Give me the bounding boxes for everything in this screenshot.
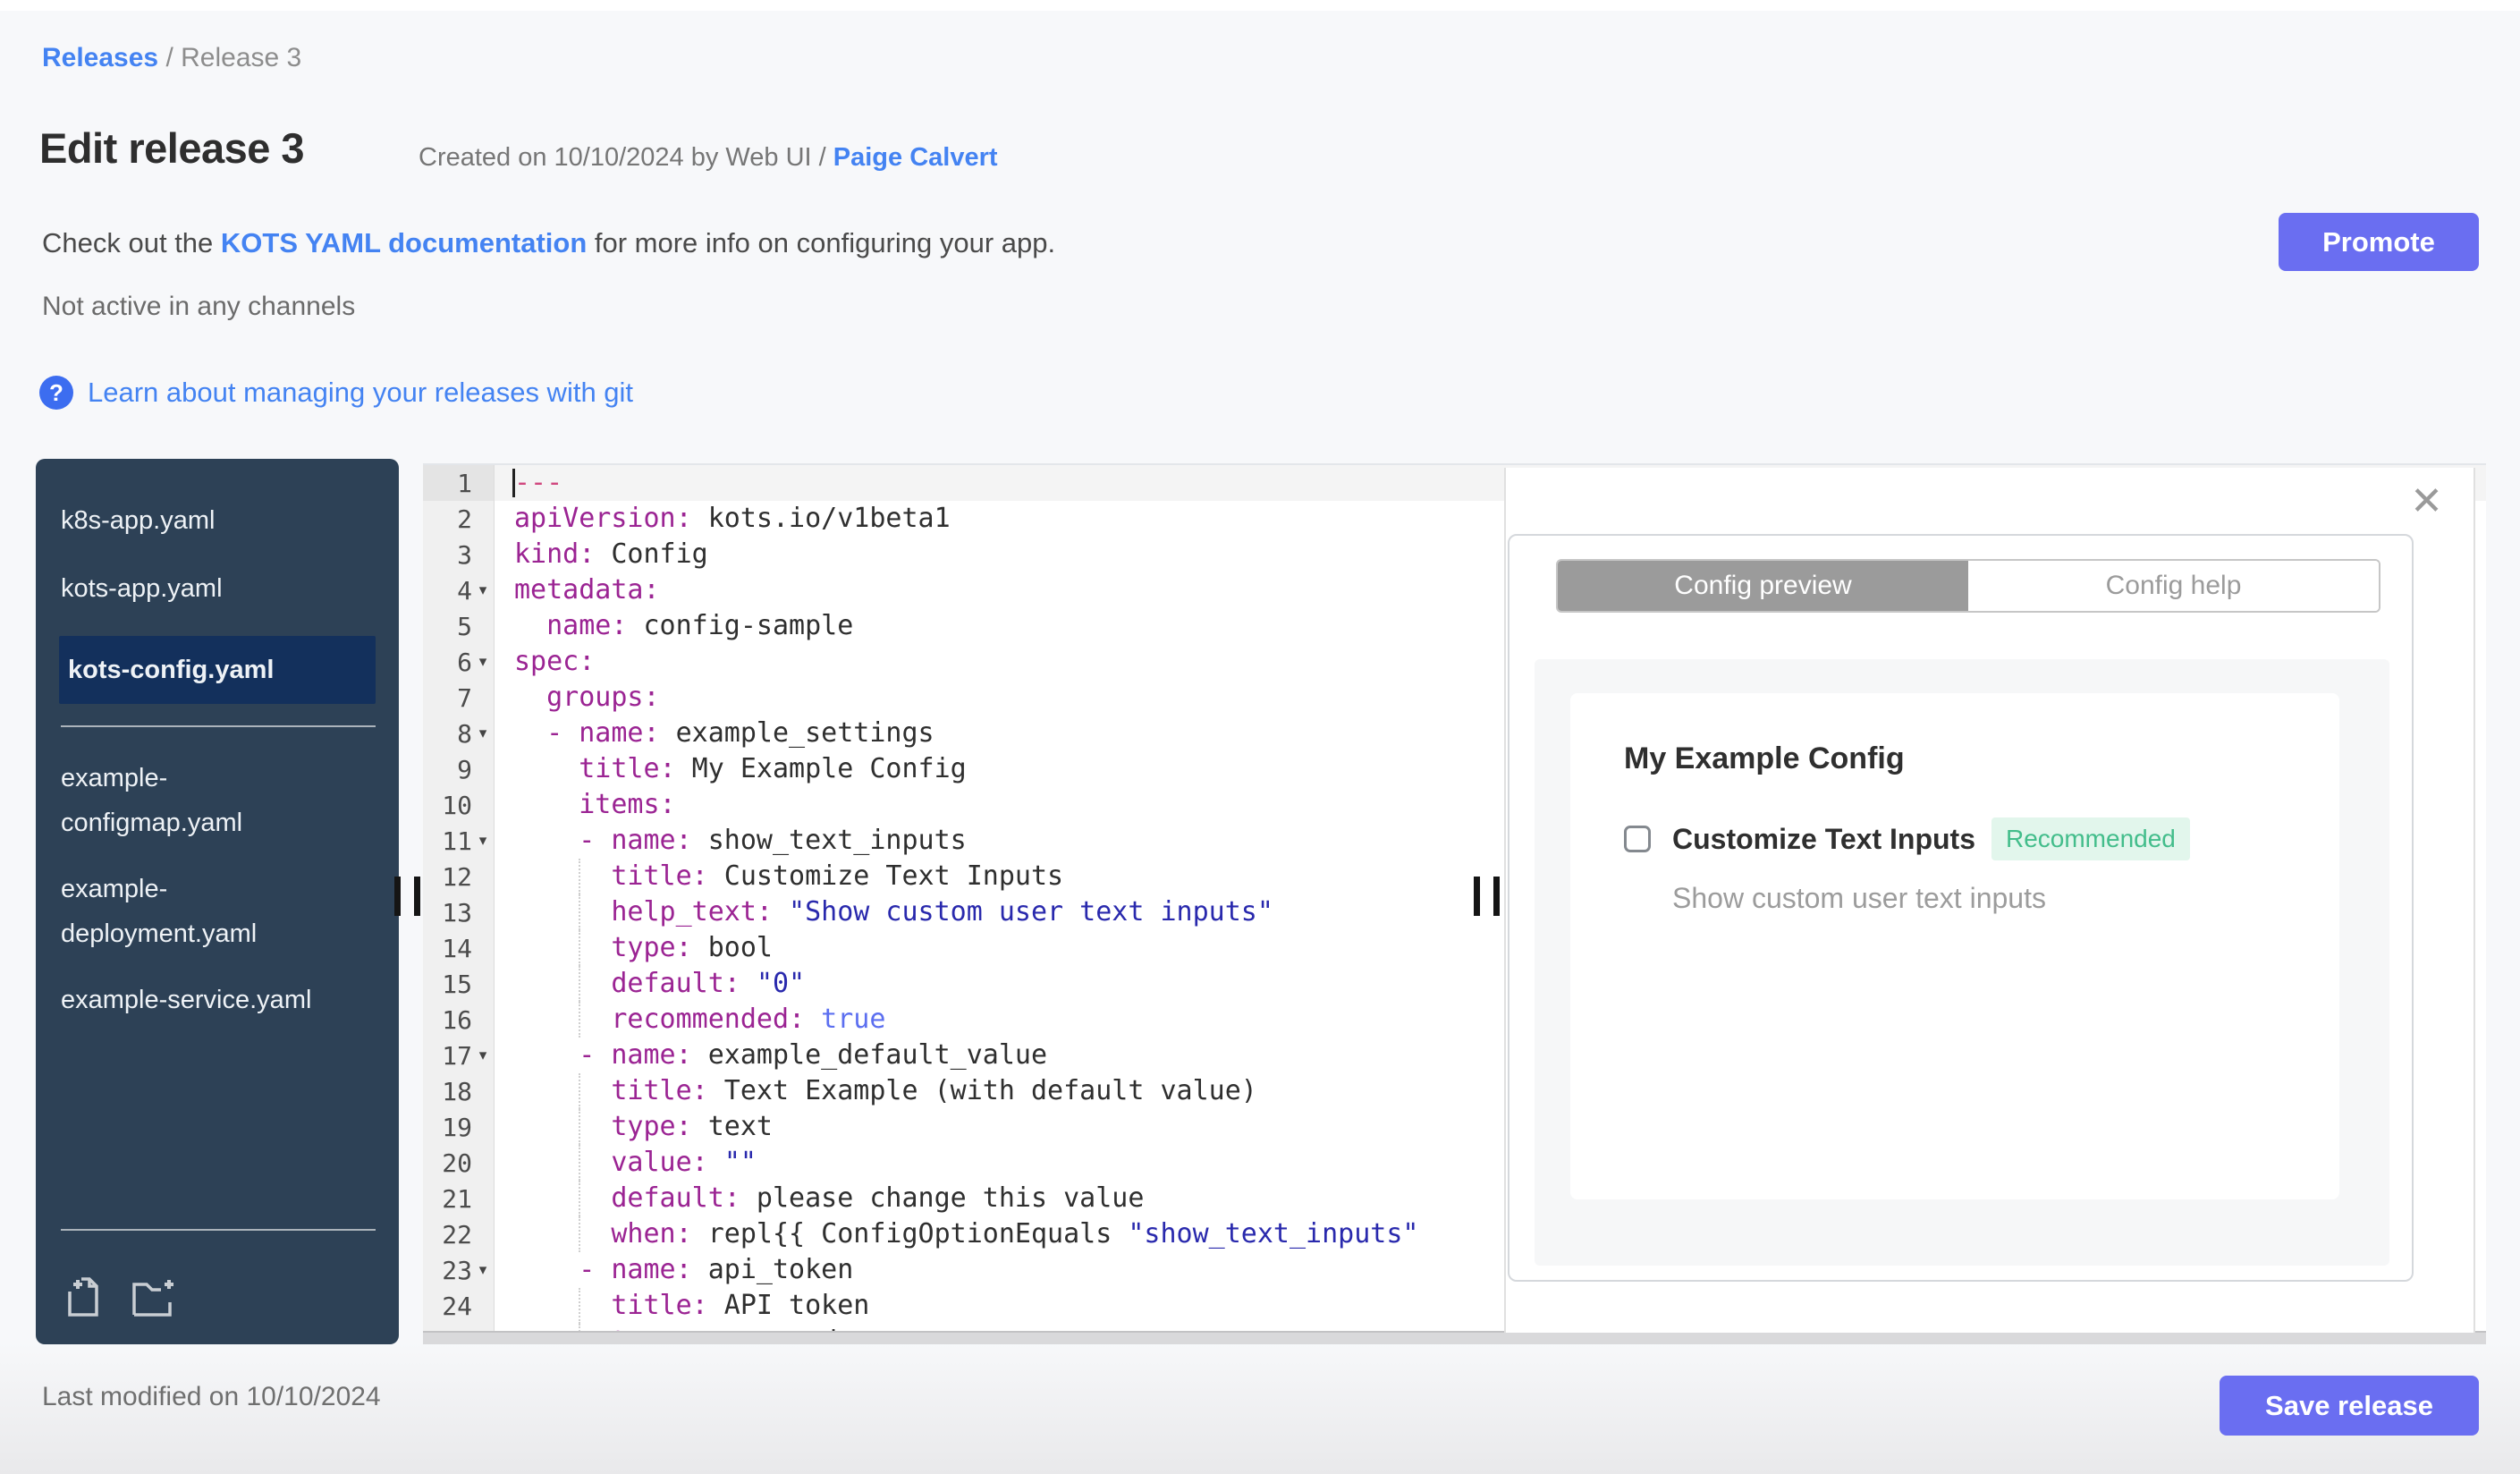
line-number-gutter: 4 ▾ bbox=[423, 572, 495, 608]
created-author-link[interactable]: Paige Calvert bbox=[833, 143, 998, 172]
panel-resize-handle[interactable] bbox=[1474, 877, 1501, 916]
fold-arrow-icon[interactable]: ▾ bbox=[472, 724, 494, 742]
last-modified-text: Last modified on 10/10/2024 bbox=[42, 1382, 381, 1411]
question-icon[interactable]: ? bbox=[39, 376, 73, 410]
line-number-gutter: 9 bbox=[423, 751, 495, 787]
customize-text-inputs-checkbox[interactable] bbox=[1624, 826, 1651, 852]
editor-bottom-scrollbar[interactable] bbox=[423, 1331, 2486, 1344]
file-item[interactable]: k8s-app.yaml bbox=[61, 500, 329, 541]
new-file-button[interactable] bbox=[63, 1277, 104, 1321]
file-item[interactable]: kots-config.yaml bbox=[59, 636, 376, 704]
breadcrumb-current: Release 3 bbox=[181, 43, 302, 72]
line-number-gutter: 7 bbox=[423, 680, 495, 716]
promote-button[interactable]: Promote bbox=[2279, 213, 2479, 271]
page-title: Edit release 3 bbox=[39, 124, 305, 172]
new-file-icon bbox=[68, 1277, 98, 1317]
line-number-gutter: 11 ▾ bbox=[423, 823, 495, 859]
git-help-row[interactable]: ? Learn about managing your releases wit… bbox=[39, 376, 633, 410]
new-folder-button[interactable] bbox=[131, 1277, 177, 1321]
new-folder-icon bbox=[132, 1280, 173, 1317]
breadcrumb: Releases / Release 3 bbox=[42, 43, 301, 73]
text-cursor bbox=[512, 469, 515, 497]
doc-line-post: for more info on configuring your app. bbox=[587, 227, 1056, 258]
file-item[interactable]: example-service.yaml bbox=[61, 978, 329, 1022]
line-number-gutter: 1 bbox=[423, 465, 495, 501]
line-number-gutter: 12 bbox=[423, 859, 495, 894]
line-number-gutter: 21 bbox=[423, 1181, 495, 1216]
file-item[interactable]: kots-app.yaml bbox=[61, 568, 329, 609]
line-number-gutter: 2 bbox=[423, 501, 495, 537]
line-number-gutter: 5 bbox=[423, 608, 495, 644]
file-item[interactable]: example-configmap.yaml bbox=[61, 756, 329, 845]
close-icon[interactable]: ✕ bbox=[2410, 482, 2443, 521]
line-number-gutter: 24 bbox=[423, 1288, 495, 1324]
config-group-card: My Example Config Customize Text Inputs … bbox=[1570, 693, 2339, 1199]
line-number-gutter: 20 bbox=[423, 1145, 495, 1181]
line-number-gutter: 8 ▾ bbox=[423, 716, 495, 751]
recommended-badge: Recommended bbox=[1991, 817, 2190, 860]
top-strip bbox=[0, 0, 2520, 11]
doc-line-pre: Check out the bbox=[42, 227, 221, 258]
breadcrumb-releases-link[interactable]: Releases bbox=[42, 43, 158, 72]
channel-status: Not active in any channels bbox=[42, 292, 356, 321]
line-number-gutter: 16 bbox=[423, 1002, 495, 1038]
file-list-top: k8s-app.yaml kots-app.yaml kots-config.yam… bbox=[36, 459, 399, 1022]
config-item-help-text: Show custom user text inputs bbox=[1672, 882, 2046, 914]
breadcrumb-separator: / bbox=[158, 43, 182, 72]
doc-line: Check out the KOTS YAML documentation fo… bbox=[42, 227, 1055, 259]
created-line: Created on 10/10/2024 by Web UI / Paige … bbox=[419, 143, 998, 173]
tab-config-help[interactable]: Config help bbox=[1968, 561, 2379, 611]
line-number-gutter: 19 bbox=[423, 1109, 495, 1145]
file-item[interactable]: example-deployment.yaml bbox=[61, 867, 329, 956]
tab-config-preview[interactable]: Config preview bbox=[1558, 561, 1968, 611]
preview-card: Config preview Config help My Example Co… bbox=[1508, 534, 2414, 1282]
config-group-title: My Example Config bbox=[1624, 741, 1905, 775]
line-number-gutter: 15 bbox=[423, 966, 495, 1002]
line-number-gutter: 13 bbox=[423, 894, 495, 930]
fold-arrow-icon[interactable]: ▾ bbox=[472, 581, 494, 599]
line-number-gutter: 6 ▾ bbox=[423, 644, 495, 680]
file-tree-sidebar: k8s-app.yaml kots-app.yaml kots-config.yam… bbox=[36, 459, 399, 1344]
git-help-link[interactable]: Learn about managing your releases with … bbox=[88, 377, 633, 409]
fold-arrow-icon[interactable]: ▾ bbox=[472, 1046, 494, 1064]
config-preview-panel: ✕ Config preview Config help My Example … bbox=[1504, 468, 2475, 1333]
sidebar-resize-handle[interactable] bbox=[394, 877, 421, 916]
file-tree-divider bbox=[61, 725, 376, 727]
config-item-label: Customize Text Inputs bbox=[1672, 822, 1975, 855]
line-number-gutter: 10 bbox=[423, 787, 495, 823]
line-number-gutter: 18 bbox=[423, 1073, 495, 1109]
line-number-gutter: 22 bbox=[423, 1216, 495, 1252]
line-number-gutter: 23 ▾ bbox=[423, 1252, 495, 1288]
config-tabs: Config preview Config help bbox=[1556, 559, 2380, 613]
fold-arrow-icon[interactable]: ▾ bbox=[472, 653, 494, 671]
line-number-gutter: 3 bbox=[423, 537, 495, 572]
created-text: Created on 10/10/2024 by Web UI / bbox=[419, 143, 833, 172]
file-tree-footer-divider bbox=[61, 1229, 376, 1231]
workspace: k8s-app.yaml kots-app.yaml kots-config.yam… bbox=[0, 459, 2520, 1346]
fold-arrow-icon[interactable]: ▾ bbox=[472, 1261, 494, 1279]
file-tree-footer bbox=[61, 1229, 376, 1344]
fold-arrow-icon[interactable]: ▾ bbox=[472, 832, 494, 850]
save-release-button[interactable]: Save release bbox=[2220, 1376, 2479, 1436]
config-item-row: Customize Text Inputs Recommended bbox=[1624, 817, 2286, 860]
line-number-gutter: 17 ▾ bbox=[423, 1038, 495, 1073]
kots-yaml-doc-link[interactable]: KOTS YAML documentation bbox=[221, 227, 587, 258]
line-number-gutter: 25 bbox=[423, 1324, 495, 1331]
preview-content-area: My Example Config Customize Text Inputs … bbox=[1535, 659, 2389, 1266]
line-number-gutter: 14 bbox=[423, 930, 495, 966]
